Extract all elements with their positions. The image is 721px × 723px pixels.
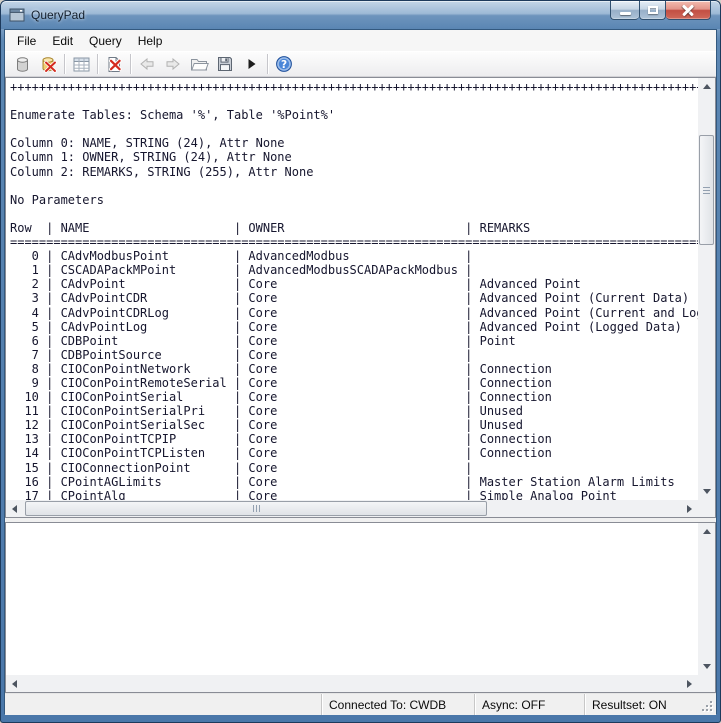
minimize-icon [620, 12, 631, 15]
menu-edit[interactable]: Edit [44, 32, 81, 50]
table-grid-icon [73, 57, 90, 72]
results-pane: ++++++++++++++++++++++++++++++++++++++++… [5, 77, 716, 518]
toolbar-separator [130, 54, 131, 74]
maximize-button[interactable] [639, 1, 666, 20]
minimize-button[interactable] [610, 1, 639, 20]
status-spacer [5, 694, 321, 715]
document-delete-icon [106, 56, 123, 73]
window-controls [610, 1, 711, 20]
scrollbar-corner [698, 675, 715, 692]
database-icon [14, 56, 31, 73]
execute-button[interactable] [238, 52, 264, 76]
disconnect-button[interactable] [35, 52, 61, 76]
resize-grip[interactable] [699, 694, 716, 715]
scrollbar-corner [698, 500, 715, 517]
status-async: Async: OFF [474, 694, 584, 715]
toolbar-separator [267, 54, 268, 74]
scroll-up-button[interactable] [698, 78, 715, 95]
client-area: File Edit Query Help [4, 29, 717, 714]
save-icon [217, 56, 233, 72]
database-delete-icon [40, 56, 57, 73]
toolbar-separator [97, 54, 98, 74]
arrow-right-icon [164, 57, 182, 71]
triangle-right-icon [687, 680, 692, 688]
triangle-left-icon [12, 680, 17, 688]
connect-button[interactable] [9, 52, 35, 76]
titlebar[interactable]: QueryPad [1, 1, 720, 29]
thumb-grip-icon [253, 505, 260, 512]
thumb-grip-icon [703, 187, 710, 194]
vertical-scroll-thumb[interactable] [699, 135, 714, 245]
scroll-down-button[interactable] [698, 483, 715, 500]
folder-open-icon [190, 57, 209, 72]
menu-file[interactable]: File [9, 32, 44, 50]
toolbar: ? [5, 51, 716, 77]
scroll-right-button[interactable] [681, 500, 698, 517]
clear-results-button[interactable] [101, 52, 127, 76]
menu-help[interactable]: Help [130, 32, 171, 50]
query-output[interactable]: ++++++++++++++++++++++++++++++++++++++++… [6, 78, 698, 500]
triangle-down-icon [703, 489, 711, 494]
status-resultset: Resultset: ON [584, 694, 699, 715]
scroll-right-button[interactable] [681, 675, 698, 692]
maximize-icon [648, 6, 658, 14]
arrow-left-icon [138, 57, 156, 71]
app-icon [9, 7, 25, 23]
menu-query[interactable]: Query [81, 32, 130, 50]
help-button[interactable]: ? [271, 52, 297, 76]
play-icon [244, 57, 258, 71]
editor-vertical-scrollbar[interactable] [698, 523, 715, 675]
close-icon [682, 4, 694, 16]
scroll-left-button[interactable] [6, 675, 23, 692]
toolbar-separator [64, 54, 65, 74]
app-window: QueryPad File Edit Query Help [0, 0, 721, 723]
results-vertical-scrollbar[interactable] [698, 78, 715, 500]
horizontal-scroll-thumb[interactable] [25, 501, 487, 516]
close-button[interactable] [666, 1, 711, 20]
menubar: File Edit Query Help [5, 30, 716, 51]
triangle-up-icon [703, 529, 711, 534]
forward-button[interactable] [160, 52, 186, 76]
editor-pane [5, 522, 716, 693]
statusbar: Connected To: CWDB Async: OFF Resultset:… [5, 693, 716, 715]
status-connected: Connected To: CWDB [321, 694, 474, 715]
table-grid-button[interactable] [68, 52, 94, 76]
help-icon: ? [275, 55, 293, 73]
scroll-left-button[interactable] [6, 500, 23, 517]
results-horizontal-scrollbar[interactable] [6, 500, 698, 517]
triangle-up-icon [703, 84, 711, 89]
open-button[interactable] [186, 52, 212, 76]
svg-text:?: ? [281, 59, 287, 71]
editor-horizontal-scrollbar[interactable] [6, 675, 698, 692]
triangle-down-icon [703, 664, 711, 669]
triangle-left-icon [12, 505, 17, 513]
save-button[interactable] [212, 52, 238, 76]
window-title: QueryPad [31, 8, 85, 22]
resize-grip-icon [701, 700, 714, 713]
triangle-right-icon [687, 505, 692, 513]
scroll-down-button[interactable] [698, 658, 715, 675]
scroll-up-button[interactable] [698, 523, 715, 540]
query-editor[interactable] [6, 523, 698, 675]
back-button[interactable] [134, 52, 160, 76]
